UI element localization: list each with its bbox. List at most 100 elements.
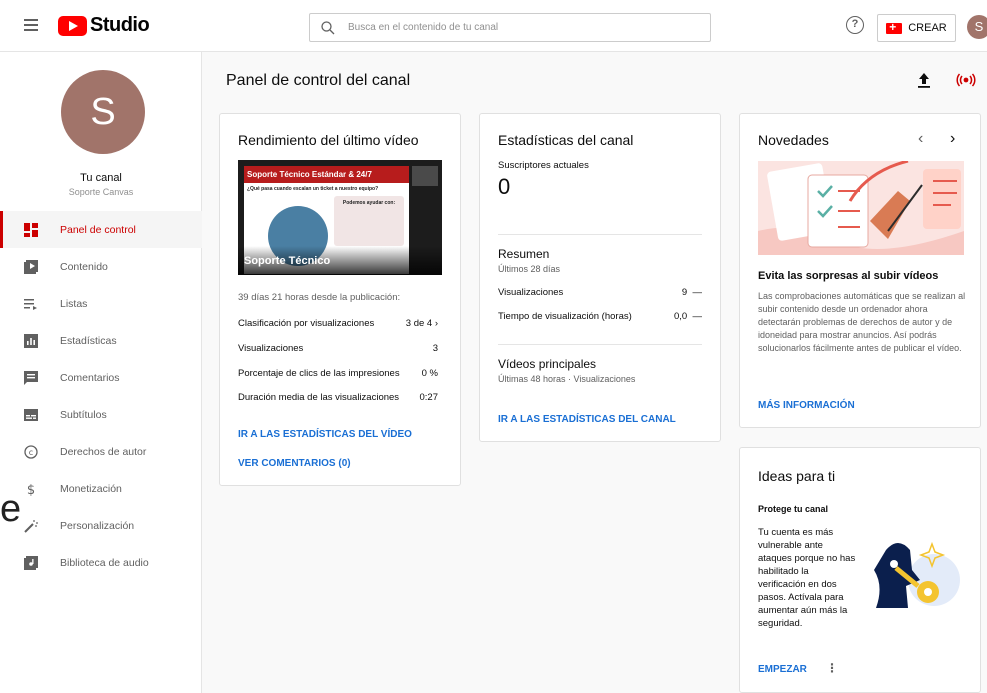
stat-row-views: Visualizaciones 3 xyxy=(238,343,438,354)
stat-delta: — xyxy=(692,287,703,298)
news-body: Las comprobaciones automáticas que se re… xyxy=(758,291,966,353)
ideas-subtitle: Protege tu canal xyxy=(758,504,829,514)
latest-video-card: Rendimiento del último vídeo Soporte Téc… xyxy=(219,113,461,486)
top-videos-subtitle: Últimas 48 horas · Visualizaciones xyxy=(498,374,636,384)
logo-text: Studio xyxy=(90,14,150,36)
sidebar-nav: Panel de control Contenido Listas Estadí… xyxy=(0,211,202,581)
news-illustration xyxy=(758,159,964,255)
stat-value: 9 xyxy=(681,287,688,298)
stat-value: 0:27 xyxy=(419,392,439,403)
copyright-icon: c xyxy=(24,444,38,459)
start-link[interactable]: EMPEZAR xyxy=(758,664,807,675)
account-avatar[interactable]: S xyxy=(967,15,987,39)
svg-text:$: $ xyxy=(27,483,35,496)
sidebar-item-dashboard[interactable]: Panel de control xyxy=(0,211,202,248)
sidebar-item-label: Panel de control xyxy=(60,223,136,236)
ideas-card: Ideas para ti Protege tu canal Tu cuenta… xyxy=(739,447,981,693)
sidebar-item-label: Biblioteca de audio xyxy=(60,556,149,569)
summary-period: Últimos 28 días xyxy=(498,264,561,274)
menu-icon[interactable] xyxy=(24,19,38,31)
stat-value: 3 xyxy=(432,343,438,354)
channel-stats-link[interactable]: IR A LAS ESTADÍSTICAS DEL CANAL xyxy=(498,414,676,425)
content-icon xyxy=(24,259,38,274)
ideas-title: Ideas para ti xyxy=(758,468,836,484)
stat-value: 0,0 xyxy=(674,311,688,322)
sidebar: S Tu canal Soporte Canvas Panel de contr… xyxy=(0,52,202,693)
stat-delta: — xyxy=(692,311,703,322)
sidebar-item-label: Comentarios xyxy=(60,371,120,384)
sidebar-item-label: Contenido xyxy=(60,260,108,273)
chevron-right-icon: › xyxy=(434,318,438,329)
more-options-icon[interactable]: ⋮ xyxy=(826,661,838,675)
monetization-icon: $ xyxy=(24,482,38,496)
more-info-link[interactable]: MÁS INFORMACIÓN xyxy=(758,400,855,411)
sidebar-item-copyright[interactable]: c Derechos de autor xyxy=(0,433,202,470)
sidebar-item-monetization[interactable]: $ Monetización xyxy=(0,470,202,507)
channel-avatar[interactable]: S xyxy=(61,70,145,154)
published-since: 39 días 21 horas desde la publicación: xyxy=(238,292,401,303)
stat-row-ctr: Porcentaje de clics de las impresiones 0… xyxy=(238,368,438,379)
live-stream-icon[interactable] xyxy=(954,68,978,92)
summary-row-views: Visualizaciones 9 — xyxy=(498,287,702,298)
sidebar-item-analytics[interactable]: Estadísticas xyxy=(0,322,202,359)
sidebar-item-comments[interactable]: Comentarios xyxy=(0,359,202,396)
sidebar-item-label: Listas xyxy=(60,297,88,310)
view-comments-link[interactable]: VER COMENTARIOS (0) xyxy=(238,458,351,469)
thumbnail-slide-title: Soporte Técnico Estándar & 24/7 xyxy=(244,166,409,183)
stat-label: Visualizaciones xyxy=(238,343,304,354)
sidebar-item-subtitles[interactable]: Subtítulos xyxy=(0,396,202,433)
studio-logo[interactable]: Studio xyxy=(58,14,150,37)
stat-value-wrap: 9 — xyxy=(682,287,702,298)
stat-value-wrap: 3 de 4 › xyxy=(406,318,438,329)
stat-value-wrap: 0,0 — xyxy=(674,311,702,322)
sidebar-item-content[interactable]: Contenido xyxy=(0,248,202,285)
youtube-logo-icon xyxy=(58,15,87,36)
help-icon[interactable]: ? xyxy=(846,16,864,34)
create-label: CREAR xyxy=(908,22,947,34)
subscribers-count: 0 xyxy=(498,174,511,199)
video-thumbnail[interactable]: Soporte Técnico Estándar & 24/7 ¿Qué pas… xyxy=(238,160,442,275)
chevron-right-icon[interactable]: › xyxy=(950,130,955,148)
security-key-illustration xyxy=(870,536,962,614)
stat-value: 3 de 4 xyxy=(405,318,433,329)
thumbnail-webcam xyxy=(412,166,438,186)
top-videos-title: Vídeos principales xyxy=(498,357,597,371)
summary-title: Resumen xyxy=(498,247,550,261)
chevron-left-icon[interactable]: ‹ xyxy=(918,130,923,148)
channel-name: Soporte Canvas xyxy=(68,187,134,197)
sidebar-item-playlists[interactable]: Listas xyxy=(0,285,202,322)
sidebar-item-label: Monetización xyxy=(60,482,122,495)
stray-character: e xyxy=(0,488,22,530)
stat-label: Porcentaje de clics de las impresiones xyxy=(238,368,400,379)
thumbnail-box-title: Podemos ayudar con: xyxy=(342,200,396,206)
subtitles-icon xyxy=(24,408,38,422)
sidebar-item-audio-library[interactable]: Biblioteca de audio xyxy=(0,544,202,581)
divider xyxy=(498,234,702,235)
analytics-icon xyxy=(24,333,38,348)
stat-label: Visualizaciones xyxy=(498,287,564,298)
stat-label: Duración media de las visualizaciones xyxy=(238,392,400,403)
stat-row-rank[interactable]: Clasificación por visualizaciones 3 de 4… xyxy=(238,318,438,329)
stat-row-avg-duration: Duración media de las visualizaciones 0:… xyxy=(238,392,438,403)
search-input[interactable] xyxy=(348,22,688,33)
ideas-body: Tu cuenta es más vulnerable ante ataques… xyxy=(758,527,856,629)
thumbnail-box: Podemos ayudar con: xyxy=(334,196,404,246)
sidebar-item-label: Estadísticas xyxy=(60,334,117,347)
channel-stats-card: Estadísticas del canal Suscriptores actu… xyxy=(479,113,721,442)
create-button[interactable]: CREAR xyxy=(877,14,956,42)
search-icon xyxy=(321,20,335,34)
search-bar[interactable] xyxy=(309,13,711,42)
dashboard-icon xyxy=(24,222,38,237)
sidebar-item-label: Personalización xyxy=(60,519,135,532)
news-card: Novedades ‹ › Evita las sorpresas al sub… xyxy=(739,113,981,428)
thumbnail-caption: Soporte Técnico xyxy=(238,246,442,275)
comments-icon xyxy=(24,370,38,385)
upload-icon[interactable] xyxy=(912,68,936,92)
video-camera-icon xyxy=(886,20,903,34)
sidebar-item-customization[interactable]: Personalización xyxy=(0,507,202,544)
playlist-icon xyxy=(24,297,38,311)
top-bar: Studio ? CREAR S xyxy=(0,0,987,52)
summary-row-watch-time: Tiempo de visualización (horas) 0,0 — xyxy=(498,311,702,322)
video-stats-link[interactable]: IR A LAS ESTADÍSTICAS DEL VÍDEO xyxy=(238,429,412,440)
thumbnail-question: ¿Qué pasa cuando escalan un ticket a nue… xyxy=(247,186,379,192)
